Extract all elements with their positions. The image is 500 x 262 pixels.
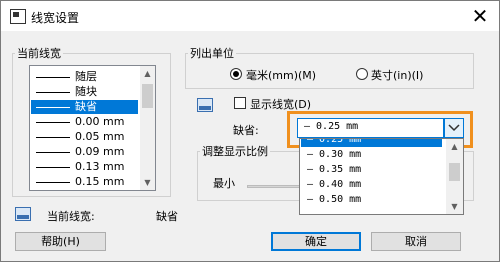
- line-sample: [36, 152, 70, 153]
- default-label: 缺省:: [233, 124, 259, 137]
- dwg-icon: [197, 98, 213, 112]
- scroll-down-arrow-icon[interactable]: ▼: [140, 175, 155, 190]
- radio-mm-label: 毫米(mm)(M): [246, 69, 317, 82]
- dropdown-scrollbar[interactable]: ▲ ▼: [446, 139, 463, 214]
- title-bar: 线宽设置 ✕: [1, 1, 499, 31]
- scroll-thumb[interactable]: [449, 163, 460, 181]
- line-sample: [36, 182, 70, 183]
- dropdown-item-0-25[interactable]: — 0.25 mm: [301, 139, 442, 147]
- scroll-up-arrow-icon[interactable]: ▲: [446, 139, 463, 154]
- current-lineweight-status-value: 缺省: [156, 210, 178, 223]
- line-sample: [36, 107, 70, 108]
- units-legend: 列出单位: [190, 47, 234, 60]
- scroll-thumb[interactable]: [142, 84, 153, 108]
- window-title: 线宽设置: [31, 11, 80, 25]
- dropdown-item-0-50[interactable]: — 0.50 mm: [301, 192, 442, 207]
- lineweight-item-0-09[interactable]: 0.09 mm: [31, 145, 138, 159]
- lineweight-item-0-00[interactable]: 0.00 mm: [31, 115, 138, 129]
- lineweight-item-bylayer[interactable]: 随层: [31, 70, 138, 84]
- lineweight-item-byblock[interactable]: 随块: [31, 85, 138, 99]
- scroll-down-arrow-icon[interactable]: ▼: [446, 199, 463, 214]
- line-sample: [36, 77, 70, 78]
- current-lineweight-status-label: 当前线宽:: [47, 210, 95, 223]
- radio-inch[interactable]: [356, 68, 368, 80]
- dropdown-item-0-40[interactable]: — 0.40 mm: [301, 177, 442, 192]
- min-label: 最小: [213, 177, 235, 190]
- line-sample: [36, 122, 70, 123]
- help-button[interactable]: 帮助(H): [15, 232, 106, 251]
- radio-inch-label: 英寸(in)(I): [371, 69, 424, 82]
- app-icon: [10, 9, 26, 24]
- dropdown-item-0-35[interactable]: — 0.35 mm: [301, 162, 442, 177]
- scale-legend: 调整显示比例: [202, 145, 268, 158]
- line-sample: [36, 167, 70, 168]
- lineweight-list-scrollbar[interactable]: ▲ ▼: [140, 66, 155, 190]
- line-sample: [36, 137, 70, 138]
- display-lineweight-label: 显示线宽(D): [250, 98, 312, 111]
- lineweight-item-default[interactable]: 缺省: [31, 100, 138, 114]
- ok-button[interactable]: 确定: [271, 232, 361, 251]
- default-lineweight-dropdown[interactable]: — 0.25 mm — 0.30 mm — 0.35 mm — 0.40 mm …: [299, 138, 464, 215]
- radio-mm[interactable]: [230, 68, 242, 80]
- scroll-up-arrow-icon[interactable]: ▲: [140, 66, 155, 81]
- lineweight-settings-dialog: 线宽设置 ✕ 当前线宽 随层 随块 缺省 0.00 mm 0.05 mm 0.0…: [0, 0, 500, 262]
- cancel-button[interactable]: 取消: [371, 232, 461, 251]
- lineweight-item-0-13[interactable]: 0.13 mm: [31, 160, 138, 174]
- lineweight-item-0-05[interactable]: 0.05 mm: [31, 130, 138, 144]
- lineweight-item-0-15[interactable]: 0.15 mm: [31, 175, 138, 189]
- close-icon[interactable]: ✕: [467, 4, 493, 28]
- lineweight-list[interactable]: 随层 随块 缺省 0.00 mm 0.05 mm 0.09 mm 0.13 mm: [29, 65, 156, 191]
- scale-slider[interactable]: [247, 185, 301, 188]
- dwg-icon: [15, 207, 31, 221]
- units-group: 列出单位: [185, 45, 474, 89]
- dropdown-item-0-30[interactable]: — 0.30 mm: [301, 147, 442, 162]
- current-lineweight-legend: 当前线宽: [17, 47, 61, 60]
- line-sample: [36, 92, 70, 93]
- display-lineweight-checkbox[interactable]: [234, 97, 246, 109]
